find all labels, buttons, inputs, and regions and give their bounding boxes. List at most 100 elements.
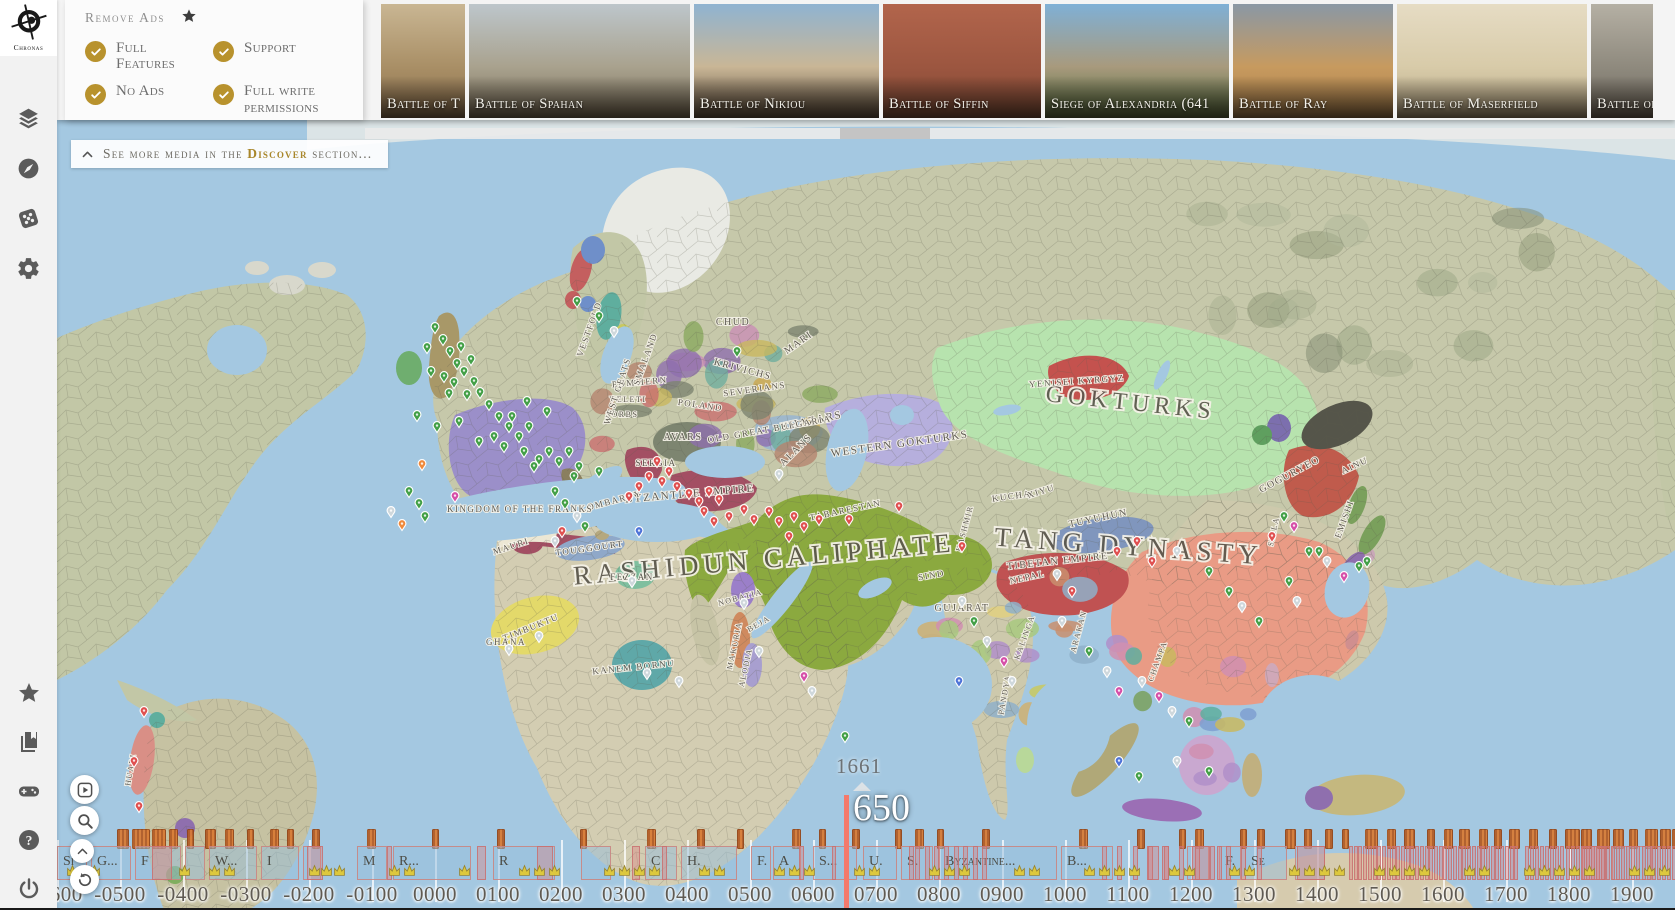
- ruler-crown-icon[interactable]: [1302, 864, 1317, 882]
- event-marker-icon[interactable]: [737, 829, 744, 849]
- ruler-crown-icon[interactable]: [1317, 864, 1332, 882]
- ruler-crown-icon[interactable]: [1082, 864, 1097, 882]
- ruler-crown-icon[interactable]: [457, 864, 472, 882]
- ruler-crown-icon[interactable]: [802, 864, 817, 882]
- ruler-crown-icon[interactable]: [957, 864, 972, 882]
- ruler-crown-icon[interactable]: [1167, 864, 1182, 882]
- media-thumbnail[interactable]: Siege of Alexandria (641: [1045, 4, 1229, 118]
- ruler-crown-icon[interactable]: [1182, 864, 1197, 882]
- ruler-crown-icon[interactable]: [942, 864, 957, 882]
- timeline-event-box[interactable]: [973, 846, 978, 880]
- ruler-crown-icon[interactable]: [927, 864, 942, 882]
- ruler-crown-icon[interactable]: [1387, 864, 1402, 882]
- ruler-crown-icon[interactable]: [1627, 864, 1642, 882]
- ruler-crown-icon[interactable]: [207, 864, 222, 882]
- ruler-crown-icon[interactable]: [772, 864, 787, 882]
- timeline-event-box[interactable]: [1621, 846, 1625, 880]
- ruler-crown-icon[interactable]: [332, 864, 347, 882]
- ruler-crown-icon[interactable]: [617, 864, 632, 882]
- remove-ads-panel[interactable]: Remove Ads Full FeaturesSupportNo AdsFul…: [65, 0, 363, 120]
- media-thumbnail[interactable]: Battle of: [1591, 4, 1653, 118]
- ruler-crown-icon[interactable]: [1127, 864, 1142, 882]
- ruler-crown-icon[interactable]: [1112, 864, 1127, 882]
- timeline-event-box[interactable]: [1448, 846, 1452, 880]
- timeline-event-box[interactable]: [909, 846, 914, 880]
- timeline-event-box[interactable]: [662, 846, 667, 880]
- ruler-crown-icon[interactable]: [517, 864, 532, 882]
- sidebar-button-compass[interactable]: [15, 154, 43, 182]
- timeline-event-box[interactable]: [1606, 846, 1610, 880]
- timeline-event-box[interactable]: [1439, 846, 1443, 880]
- sidebar-button-layers[interactable]: [15, 104, 43, 132]
- timeline-event-box[interactable]: [152, 846, 172, 880]
- timeline[interactable]: -0600-0500-0400-0300-0200-01000000010002…: [57, 828, 1675, 910]
- timeline-event-box[interactable]: [1510, 846, 1514, 880]
- map-control-media-play[interactable]: [70, 775, 99, 804]
- media-thumbnail[interactable]: Battle of Maserfield: [1397, 4, 1587, 118]
- event-marker-icon[interactable]: [1325, 829, 1333, 849]
- ruler-crown-icon[interactable]: [177, 864, 192, 882]
- timeline-epoch[interactable]: I: [261, 846, 299, 880]
- chronas-logo[interactable]: Chronas: [0, 0, 57, 56]
- ruler-crown-icon[interactable]: [1567, 864, 1582, 882]
- ruler-crown-icon[interactable]: [787, 864, 802, 882]
- ruler-crown-icon[interactable]: [222, 864, 237, 882]
- timeline-event-box[interactable]: [1257, 846, 1262, 880]
- timeline-event-box[interactable]: [1349, 846, 1353, 880]
- timeline-event-box[interactable]: [1514, 846, 1518, 880]
- timeline-event-box[interactable]: [832, 846, 836, 880]
- timeline-epoch[interactable]: F.: [751, 846, 771, 880]
- ruler-crown-icon[interactable]: [387, 864, 402, 882]
- ruler-crown-icon[interactable]: [1657, 864, 1672, 882]
- timeline-event-box[interactable]: [1611, 846, 1615, 880]
- ruler-crown-icon[interactable]: [1582, 864, 1597, 882]
- event-marker-icon[interactable]: [1342, 829, 1349, 849]
- ruler-crown-icon[interactable]: [1012, 864, 1027, 882]
- ruler-crown-icon[interactable]: [1642, 864, 1657, 882]
- timeline-event-box[interactable]: [1458, 846, 1462, 880]
- ruler-crown-icon[interactable]: [1477, 864, 1492, 882]
- timeline-event-box[interactable]: [1434, 846, 1438, 880]
- ruler-crown-icon[interactable]: [1417, 864, 1432, 882]
- ruler-crown-icon[interactable]: [712, 864, 727, 882]
- timeline-epoch[interactable]: M: [357, 846, 387, 880]
- timeline-event-box[interactable]: [915, 846, 920, 880]
- map-control-zoom-search[interactable]: [70, 806, 99, 835]
- ruler-crown-icon[interactable]: [402, 864, 417, 882]
- timeline-event-box[interactable]: [1443, 846, 1447, 880]
- timeline-event-box[interactable]: [1453, 846, 1457, 880]
- timeline-event-box[interactable]: [1601, 846, 1605, 880]
- timeline-event-box[interactable]: [982, 846, 987, 880]
- ruler-crown-icon[interactable]: [1332, 864, 1347, 882]
- ruler-crown-icon[interactable]: [1537, 864, 1552, 882]
- ruler-crown-icon[interactable]: [852, 864, 867, 882]
- map-control-reset-rotation[interactable]: [70, 865, 99, 894]
- media-strip[interactable]: Battle of TBattle of SpahanBattle of Nik…: [381, 4, 1675, 118]
- ruler-crown-icon[interactable]: [697, 864, 712, 882]
- timeline-event-box[interactable]: [1500, 846, 1504, 880]
- timeline-event-box[interactable]: [1217, 846, 1222, 880]
- media-thumbnail[interactable]: Battle of T: [381, 4, 465, 118]
- ruler-crown-icon[interactable]: [1097, 864, 1112, 882]
- timeline-event-box[interactable]: [1363, 846, 1367, 880]
- media-scrollbar-track[interactable]: [365, 128, 1675, 139]
- ruler-crown-icon[interactable]: [532, 864, 547, 882]
- world-map[interactable]: RASHIDUN CALIPHATETANG DYNASTYGOKTURKSWE…: [57, 120, 1675, 917]
- media-thumbnail[interactable]: Battle of Ray: [1233, 4, 1393, 118]
- map-control-expand-up[interactable]: [70, 839, 94, 863]
- ruler-crown-icon[interactable]: [1372, 864, 1387, 882]
- ruler-crown-icon[interactable]: [1027, 864, 1042, 882]
- sidebar-button-power[interactable]: [15, 875, 43, 903]
- ruler-crown-icon[interactable]: [867, 864, 882, 882]
- timeline-event-box[interactable]: [1148, 846, 1153, 880]
- timeline-event-box[interactable]: [1210, 846, 1215, 880]
- sidebar-button-settings[interactable]: [15, 254, 43, 282]
- timeline-event-box[interactable]: [1358, 846, 1362, 880]
- timeline-event-box[interactable]: [1616, 846, 1620, 880]
- ruler-crown-icon[interactable]: [1227, 864, 1242, 882]
- timeline-event-box[interactable]: [1505, 846, 1509, 880]
- ruler-crown-icon[interactable]: [1287, 864, 1302, 882]
- sidebar-button-help[interactable]: ?: [15, 826, 43, 854]
- sidebar-button-dice[interactable]: [15, 204, 43, 232]
- timeline-event-box[interactable]: [1354, 846, 1358, 880]
